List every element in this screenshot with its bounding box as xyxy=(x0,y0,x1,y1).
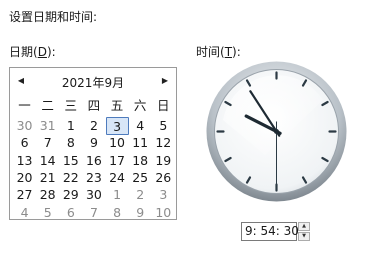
calendar-day[interactable]: 28 xyxy=(36,186,59,204)
calendar-day[interactable]: 16 xyxy=(82,152,105,170)
calendar-day[interactable]: 12 xyxy=(152,134,175,152)
weekday-fri: 五 xyxy=(110,98,124,113)
calendar-week-row: 20 21 22 23 24 25 26 xyxy=(13,169,175,187)
clock-center-pin xyxy=(274,129,279,134)
calendar-day[interactable]: 9 xyxy=(129,204,152,222)
weekday-mon: 一 xyxy=(18,98,31,113)
calendar-day[interactable]: 26 xyxy=(152,169,175,187)
calendar-day[interactable]: 19 xyxy=(152,152,175,170)
calendar-day[interactable]: 30 xyxy=(82,186,105,204)
calendar-day[interactable]: 31 xyxy=(36,117,59,135)
calendar-week-row: 27 28 29 30 1 2 3 xyxy=(13,186,175,204)
calendar-header: ◀ 2021年9月 ▶ xyxy=(10,72,176,92)
calendar-day[interactable]: 23 xyxy=(82,169,105,187)
calendar-day[interactable]: 18 xyxy=(129,152,152,170)
calendar-day[interactable]: 11 xyxy=(129,134,152,152)
calendar-day[interactable]: 13 xyxy=(13,152,36,170)
calendar-day[interactable]: 5 xyxy=(36,204,59,222)
calendar: ◀ 2021年9月 ▶ 一 二 三 四 五 六 日 30 31 1 2 3 4 5 6 7 8 9 1… xyxy=(9,67,177,220)
calendar-day[interactable]: 3 xyxy=(105,117,129,135)
calendar-day[interactable]: 2 xyxy=(82,117,105,135)
time-label: 时间(T): xyxy=(196,45,241,59)
time-spinner: 9: 54: 30 ▲ ▼ xyxy=(241,222,311,241)
calendar-day[interactable]: 1 xyxy=(59,117,82,135)
calendar-day[interactable]: 17 xyxy=(106,152,129,170)
calendar-day[interactable]: 3 xyxy=(152,186,175,204)
calendar-day[interactable]: 22 xyxy=(59,169,82,187)
calendar-day[interactable]: 8 xyxy=(106,204,129,222)
calendar-day[interactable]: 21 xyxy=(36,169,59,187)
time-accel-key: T xyxy=(224,45,233,59)
calendar-day[interactable]: 14 xyxy=(36,152,59,170)
calendar-day[interactable]: 4 xyxy=(129,117,152,135)
calendar-day[interactable]: 8 xyxy=(59,134,82,152)
calendar-day[interactable]: 6 xyxy=(59,204,82,222)
time-input[interactable]: 9: 54: 30 xyxy=(241,222,299,241)
analog-clock xyxy=(206,61,347,202)
calendar-day[interactable]: 1 xyxy=(106,186,129,204)
calendar-day[interactable]: 4 xyxy=(13,204,36,222)
weekday-sun: 日 xyxy=(157,98,170,113)
calendar-day[interactable]: 15 xyxy=(59,152,82,170)
spin-down-button[interactable]: ▼ xyxy=(298,232,310,241)
date-accel-key: D xyxy=(37,45,47,59)
calendar-week-row: 4 5 6 7 8 9 10 xyxy=(13,204,175,222)
calendar-day[interactable]: 24 xyxy=(106,169,129,187)
calendar-week-row: 6 7 8 9 10 11 12 xyxy=(13,134,175,152)
calendar-day[interactable]: 20 xyxy=(13,169,36,187)
time-spin-buttons: ▲ ▼ xyxy=(298,222,310,241)
calendar-day[interactable]: 30 xyxy=(13,117,36,135)
dialog-heading: 设置日期和时间: xyxy=(9,10,98,24)
calendar-day[interactable]: 5 xyxy=(152,117,175,135)
spin-up-button[interactable]: ▲ xyxy=(298,222,310,231)
calendar-day[interactable]: 6 xyxy=(13,134,36,152)
previous-month-button[interactable]: ◀ xyxy=(14,74,28,88)
calendar-day[interactable]: 2 xyxy=(129,186,152,204)
weekday-wed: 三 xyxy=(64,98,78,113)
weekday-tue: 二 xyxy=(41,98,54,113)
calendar-week-row: 13 14 15 16 17 18 19 xyxy=(13,152,175,170)
weekday-thu: 四 xyxy=(87,98,101,113)
calendar-day[interactable]: 9 xyxy=(82,134,105,152)
calendar-day[interactable]: 29 xyxy=(59,186,82,204)
calendar-week-row: 30 31 1 2 3 4 5 xyxy=(13,117,175,135)
calendar-day[interactable]: 7 xyxy=(36,134,59,152)
weekday-row: 一 二 三 四 五 六 日 xyxy=(13,97,175,115)
month-title[interactable]: 2021年9月 xyxy=(30,74,156,91)
next-month-button[interactable]: ▶ xyxy=(158,74,172,88)
calendar-day[interactable]: 10 xyxy=(152,204,175,222)
calendar-day[interactable]: 25 xyxy=(129,169,152,187)
weekday-sat: 六 xyxy=(133,98,147,113)
calendar-day[interactable]: 10 xyxy=(106,134,129,152)
calendar-day[interactable]: 27 xyxy=(13,186,36,204)
calendar-day[interactable]: 7 xyxy=(82,204,105,222)
date-label: 日期(D): xyxy=(9,45,56,59)
